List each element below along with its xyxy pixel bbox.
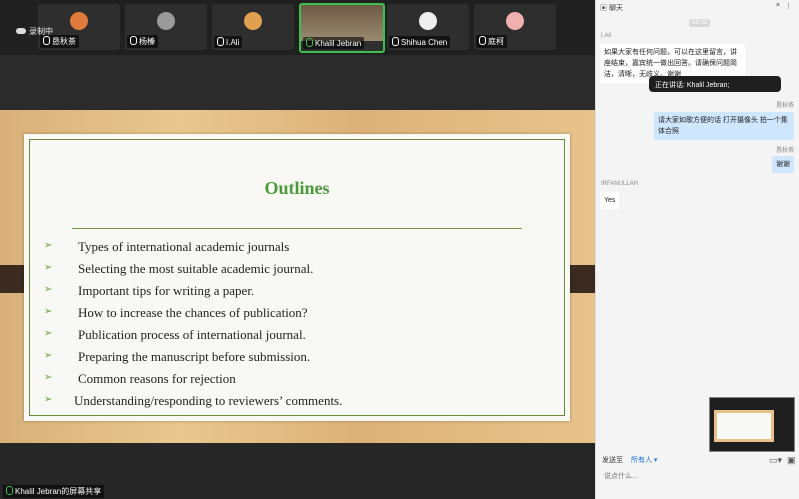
screen-share-label: Khalil Jebran的屏幕共享 — [3, 485, 105, 498]
chat-message: 谢谢 — [772, 156, 794, 173]
message-sender: IRFANULLAH — [601, 181, 639, 187]
avatar — [70, 12, 88, 30]
avatar — [419, 12, 437, 30]
mic-icon — [130, 36, 137, 45]
bottom-bar: Khalil Jebran的屏幕共享 — [0, 443, 595, 499]
screen-share: Outlines ➢ Types of international academi… — [0, 110, 595, 443]
mic-active-icon — [6, 486, 13, 495]
arrow-bullet-icon: ➢ — [44, 262, 53, 273]
slide-frame: Outlines ➢ Types of international academi… — [29, 139, 565, 416]
chat-message: 请大家如歌方便的话 打开摄像头 拍一个集体合照 — [654, 112, 794, 140]
slide: Outlines ➢ Types of international academi… — [24, 134, 570, 421]
chat-message: Yes — [600, 192, 620, 209]
avatar — [157, 12, 175, 30]
arrow-bullet-icon: ➢ — [44, 350, 53, 361]
message-sender: 恳秋茶 — [775, 103, 794, 109]
more-icon[interactable]: ⋮ — [785, 2, 792, 10]
send-to-row: 发送至 所有人 ▾ — [602, 457, 658, 464]
participant-tile[interactable]: 庭柯 — [474, 4, 556, 50]
message-sender: 恳秋茶 — [775, 148, 794, 154]
arrow-bullet-icon: ➢ — [44, 240, 53, 251]
participant-name: Khalil Jebran — [315, 39, 362, 48]
slide-title: Outlines — [264, 178, 330, 198]
participant-tile[interactable]: 杨榛 — [125, 4, 207, 50]
shared-screen-thumbnail[interactable] — [709, 397, 795, 452]
chat-timestamp: 18:33 — [689, 19, 711, 27]
avatar — [506, 12, 524, 30]
arrow-bullet-icon: ➢ — [44, 284, 53, 295]
recording-indicator: 录制中 — [16, 26, 53, 37]
mic-active-icon — [306, 38, 313, 47]
arrow-bullet-icon: ➢ — [44, 394, 53, 405]
mic-icon — [43, 36, 50, 45]
participant-name: 恳秋茶 — [52, 37, 76, 46]
participant-name: Shihua Chen — [401, 38, 448, 47]
chat-input[interactable] — [602, 472, 786, 481]
mic-icon — [479, 36, 486, 45]
mic-icon — [392, 37, 399, 46]
chat-icon: ▣ — [600, 5, 607, 12]
avatar — [244, 12, 262, 30]
video-feed — [301, 5, 383, 41]
chat-title: 聊天 — [608, 5, 623, 12]
arrow-bullet-icon: ➢ — [44, 328, 53, 339]
recipient-select[interactable]: 所有人 ▾ — [631, 457, 657, 464]
participant-name: 杨榛 — [139, 37, 155, 46]
arrow-bullet-icon: ➢ — [44, 306, 53, 317]
participant-tile[interactable]: I.Ali — [212, 4, 294, 50]
speaking-indicator: 正在讲话: Khalil Jebran; — [649, 76, 781, 92]
message-sender: I.Ali — [601, 33, 612, 39]
participant-name: I.Ali — [226, 38, 240, 47]
close-icon[interactable]: × — [776, 2, 780, 9]
participant-name: 庭柯 — [488, 37, 504, 46]
participant-tile[interactable]: Shihua Chen — [387, 4, 469, 50]
participant-tile-active[interactable]: Khalil Jebran — [299, 3, 385, 53]
arrow-bullet-icon: ➢ — [44, 372, 53, 383]
top-band — [0, 55, 595, 110]
file-icon[interactable]: ▭▾ — [769, 455, 782, 466]
screenshot-icon[interactable]: ▣ — [787, 455, 796, 466]
cloud-icon — [16, 28, 26, 34]
mic-icon — [217, 37, 224, 46]
slide-divider — [72, 228, 522, 229]
meeting-stage: 恳秋茶 杨榛 I.Ali Khalil Jebran Shihua Chen 庭… — [0, 0, 595, 499]
thumbnail-slide — [714, 410, 774, 442]
chat-header: ▣ 聊天 × ⋮ — [596, 0, 799, 16]
